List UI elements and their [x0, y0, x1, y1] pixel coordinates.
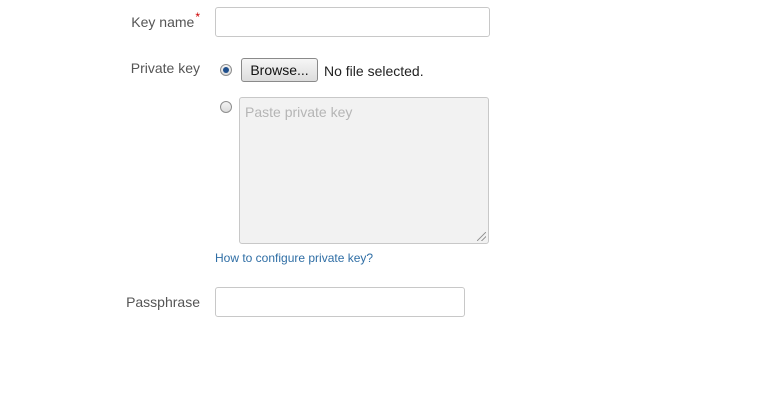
browse-button[interactable]: Browse... [241, 58, 318, 82]
upload-file-radio[interactable] [220, 64, 232, 76]
required-marker: * [195, 10, 200, 24]
paste-private-key-textarea[interactable] [239, 97, 489, 244]
passphrase-label: Passphrase [126, 294, 200, 310]
private-key-label: Private key [130, 60, 200, 76]
paste-key-radio[interactable] [220, 101, 232, 113]
file-status-text: No file selected. [324, 63, 424, 79]
passphrase-input[interactable] [215, 287, 465, 317]
key-name-label-text: Key name [131, 14, 195, 30]
key-name-label: Key name* [131, 10, 200, 30]
key-name-input[interactable] [215, 7, 490, 37]
resize-grip-icon[interactable] [477, 232, 486, 241]
private-key-help-link[interactable]: How to configure private key? [215, 251, 373, 265]
